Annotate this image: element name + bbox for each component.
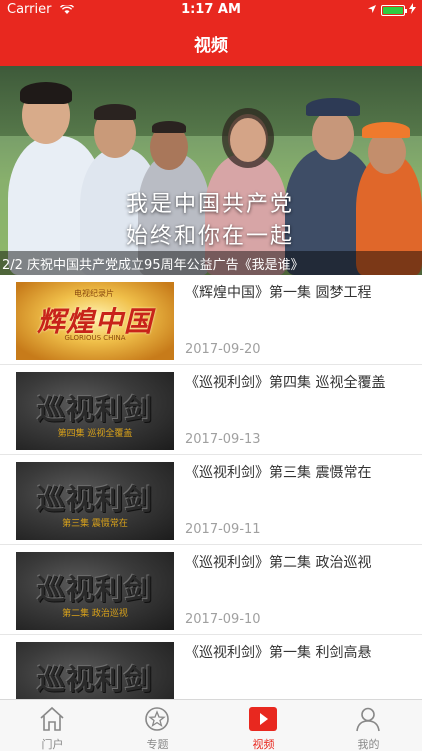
video-title: 《巡视利剑》第一集 利剑高悬 (185, 645, 372, 661)
video-date: 2017-09-13 (185, 432, 261, 447)
video-item[interactable]: 巡视利剑 第二集 政治巡视 《巡视利剑》第二集 政治巡视 2017-09-10 (0, 545, 422, 635)
charging-icon (409, 3, 416, 18)
video-date: 2017-09-20 (185, 342, 261, 357)
page-title: 视频 (194, 36, 228, 56)
thumbnail-caption: 电视纪录片 (74, 289, 114, 298)
banner-carousel[interactable]: 我是中国共产党 始终和你在一起 2/2 庆祝中国共产党成立95周年公益广告《我是… (0, 66, 422, 275)
video-title: 《巡视利剑》第二集 政治巡视 (185, 555, 372, 571)
banner-caption: 2/2 庆祝中国共产党成立95周年公益广告《我是谁》 (2, 258, 304, 273)
tab-mine[interactable]: 我的 (316, 700, 421, 751)
video-thumbnail: 巡视利剑 (16, 642, 174, 699)
thumbnail-title: 巡视利剑 (36, 393, 153, 426)
video-date: 2017-09-10 (185, 612, 261, 627)
thumbnail-title: 巡视利剑 (36, 573, 153, 606)
video-thumbnail: 巡视利剑 第三集 震慑常在 (16, 462, 174, 540)
banner-slogan-2: 始终和你在一起 (126, 224, 295, 249)
video-item[interactable]: 巡视利剑 《巡视利剑》第一集 利剑高悬 (0, 635, 422, 699)
tab-bar: 门户 专题 视频 我的 (0, 699, 422, 751)
video-date: 2017-09-11 (185, 522, 261, 537)
star-icon (143, 706, 171, 732)
video-list[interactable]: 电视纪录片 辉煌中国 GLORIOUS CHINA 《辉煌中国》第一集 圆梦工程… (0, 275, 422, 699)
video-thumbnail: 电视纪录片 辉煌中国 GLORIOUS CHINA (16, 282, 174, 360)
home-icon (38, 706, 66, 732)
thumbnail-subtitle: 第二集 政治巡视 (62, 609, 128, 619)
video-title: 《巡视利剑》第四集 巡视全覆盖 (185, 375, 386, 391)
thumbnail-title: 巡视利剑 (36, 663, 153, 696)
thumbnail-title: 巡视利剑 (36, 483, 153, 516)
thumbnail-subtitle: GLORIOUS CHINA (64, 334, 126, 342)
banner-caption-bar: 2/2 庆祝中国共产党成立95周年公益广告《我是谁》 (0, 251, 422, 275)
video-thumbnail: 巡视利剑 第二集 政治巡视 (16, 552, 174, 630)
tab-topics[interactable]: 专题 (105, 700, 210, 751)
battery-icon (381, 5, 407, 16)
thumbnail-subtitle: 第三集 震慑常在 (62, 519, 128, 529)
video-title: 《辉煌中国》第一集 圆梦工程 (185, 285, 372, 301)
nav-bar: 视频 (0, 20, 422, 66)
user-icon (354, 706, 382, 732)
video-thumbnail: 巡视利剑 第四集 巡视全覆盖 (16, 372, 174, 450)
status-bar: Carrier 1:17 AM (0, 0, 422, 20)
banner-slogan-1: 我是中国共产党 (126, 192, 295, 217)
video-item[interactable]: 电视纪录片 辉煌中国 GLORIOUS CHINA 《辉煌中国》第一集 圆梦工程… (0, 275, 422, 365)
status-time: 1:17 AM (181, 2, 241, 17)
tab-portal[interactable]: 门户 (0, 700, 105, 751)
play-icon (249, 706, 277, 732)
location-arrow-icon (367, 3, 377, 18)
status-right (367, 3, 416, 18)
tab-video[interactable]: 视频 (211, 700, 316, 751)
video-item[interactable]: 巡视利剑 第四集 巡视全覆盖 《巡视利剑》第四集 巡视全覆盖 2017-09-1… (0, 365, 422, 455)
video-item[interactable]: 巡视利剑 第三集 震慑常在 《巡视利剑》第三集 震慑常在 2017-09-11 (0, 455, 422, 545)
thumbnail-subtitle: 第四集 巡视全覆盖 (57, 429, 133, 439)
video-title: 《巡视利剑》第三集 震慑常在 (185, 465, 372, 481)
